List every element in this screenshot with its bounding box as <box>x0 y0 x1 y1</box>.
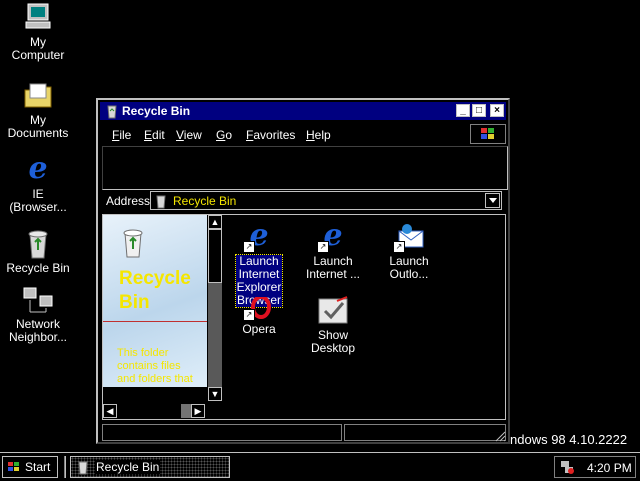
chevron-down-icon <box>489 198 497 203</box>
shortcut-arrow-icon: ↗ <box>317 241 329 253</box>
folder-icon <box>22 80 54 112</box>
network-icon <box>22 284 54 316</box>
recycle-bin-icon <box>117 227 149 262</box>
outlook-icon: ↗ <box>393 221 425 253</box>
computer-icon <box>22 2 54 34</box>
toolbar-area <box>102 146 508 190</box>
address-value: Recycle Bin <box>173 194 237 208</box>
desktop-icon-my-computer[interactable]: My Computer <box>0 2 76 62</box>
folder-content[interactable]: Recycle Bin This folder contains files a… <box>102 214 506 420</box>
desktop-icon-label: IE (Browser... <box>9 187 67 214</box>
file-item-label: Launch Outlo... <box>389 254 429 281</box>
windows-logo-icon <box>6 460 22 477</box>
scroll-track[interactable] <box>117 404 181 418</box>
scroll-left-button[interactable]: ◀ <box>103 404 117 418</box>
status-panel-right <box>344 424 506 441</box>
web-view-panel: Recycle Bin This folder contains files a… <box>103 215 207 387</box>
vertical-scrollbar[interactable]: ▲ ▼ <box>207 215 223 403</box>
shortcut-arrow-icon: ↗ <box>243 309 255 321</box>
address-bar: Address Recycle Bin <box>102 190 506 212</box>
ie-icon: e ↗ <box>243 221 275 253</box>
menu-go[interactable]: Go <box>216 128 232 142</box>
close-button[interactable]: × <box>490 104 504 117</box>
status-panel-left <box>102 424 342 441</box>
ie-icon: e ↗ <box>317 221 349 253</box>
recycle-bin-window[interactable]: Recycle Bin _ □ × File Edit View Go Favo… <box>96 98 510 444</box>
desktop-icon-label: My Documents <box>7 113 69 140</box>
start-label: Start <box>25 460 51 474</box>
start-button[interactable]: Start <box>2 456 58 478</box>
desktop-icon-label: Network Neighbor... <box>8 317 68 344</box>
file-item-label: Show Desktop <box>310 328 356 355</box>
ie-icon: e <box>28 151 48 186</box>
scroll-right-button[interactable]: ▶ <box>191 404 205 418</box>
recycle-bin-icon <box>22 228 54 260</box>
menu-view[interactable]: View <box>176 128 202 142</box>
shortcut-arrow-icon: ↗ <box>243 241 255 253</box>
taskbar-separator <box>64 456 66 478</box>
resize-grip-icon[interactable] <box>494 430 506 442</box>
tray-network-icon[interactable] <box>559 459 575 478</box>
scroll-track[interactable] <box>208 283 222 389</box>
scroll-thumb[interactable] <box>208 229 222 283</box>
desktop-icon-network[interactable]: Network Neighbor... <box>0 284 76 344</box>
file-item-show-desktop[interactable]: Show Desktop <box>297 295 369 355</box>
address-input[interactable]: Recycle Bin <box>150 191 502 210</box>
menu-edit[interactable]: Edit <box>144 128 165 142</box>
window-title: Recycle Bin <box>122 104 191 118</box>
desktop-icon-my-documents[interactable]: My Documents <box>0 80 76 140</box>
recycle-bin-icon <box>75 459 91 478</box>
desktop-icon-label: My Computer <box>11 35 65 62</box>
opera-icon: ↗ <box>243 295 275 321</box>
web-view-title: Recycle Bin <box>119 268 191 313</box>
clock[interactable]: 4:20 PM <box>587 461 632 475</box>
menu-bar: File Edit View Go Favorites Help <box>102 124 506 144</box>
taskbar-button-label: Recycle Bin <box>95 460 161 474</box>
file-item-label: Launch Internet ... <box>305 254 361 281</box>
taskbar-button-recycle-bin[interactable]: Recycle Bin <box>70 456 230 478</box>
desktop-icon-label: Recycle Bin <box>6 261 70 275</box>
menu-favorites[interactable]: Favorites <box>246 128 295 142</box>
desktop-icon-ie[interactable]: e IE (Browser... <box>0 154 76 214</box>
minimize-button[interactable]: _ <box>456 104 470 117</box>
menu-help[interactable]: Help <box>306 128 331 142</box>
scroll-up-button[interactable]: ▲ <box>208 215 222 229</box>
file-item-launch-ie-browser[interactable]: e ↗ Launch Internet Explorer Browser <box>223 221 295 308</box>
menu-file[interactable]: File <box>112 128 131 142</box>
desktop-icon-recycle-bin[interactable]: Recycle Bin <box>0 228 76 275</box>
scroll-down-button[interactable]: ▼ <box>208 387 222 401</box>
file-item-opera[interactable]: ↗ Opera <box>223 295 295 336</box>
file-item-label: Opera <box>242 322 276 336</box>
file-item-launch-outlook[interactable]: ↗ Launch Outlo... <box>373 221 445 281</box>
show-desktop-icon <box>317 295 349 327</box>
address-label: Address <box>106 194 151 208</box>
recycle-bin-icon <box>153 193 169 212</box>
web-view-body: This folder contains files and folders t… <box>117 347 193 387</box>
title-bar[interactable]: Recycle Bin _ □ × <box>100 102 506 120</box>
shortcut-arrow-icon: ↗ <box>393 241 405 253</box>
address-dropdown-button[interactable] <box>485 193 500 208</box>
windows-version-text: ndows 98 4.10.2222 <box>510 432 628 447</box>
horizontal-scrollbar[interactable]: ◀ ▶ <box>103 403 207 419</box>
system-tray: 4:20 PM <box>554 456 636 478</box>
scroll-thumb[interactable] <box>181 404 191 418</box>
recycle-bin-icon <box>104 103 120 122</box>
file-item-launch-internet[interactable]: e ↗ Launch Internet ... <box>297 221 369 281</box>
maximize-button[interactable]: □ <box>472 104 486 117</box>
web-view-divider <box>103 321 207 322</box>
windows-logo-icon <box>470 124 506 144</box>
taskbar: Start Recycle Bin 4:20 PM <box>0 452 640 481</box>
status-bar <box>102 422 506 442</box>
